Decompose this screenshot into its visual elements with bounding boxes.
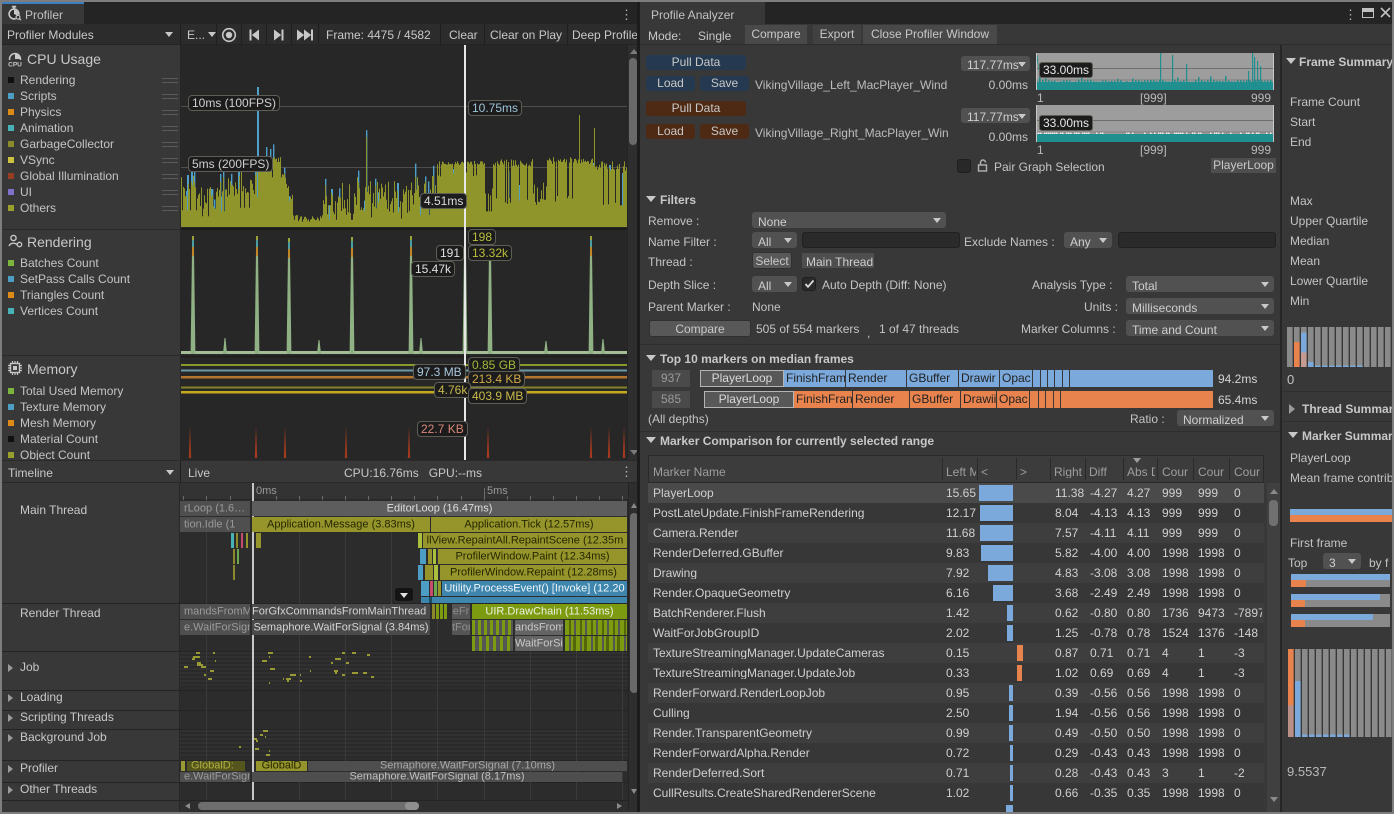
svg-text:CPU: CPU [8,62,22,68]
